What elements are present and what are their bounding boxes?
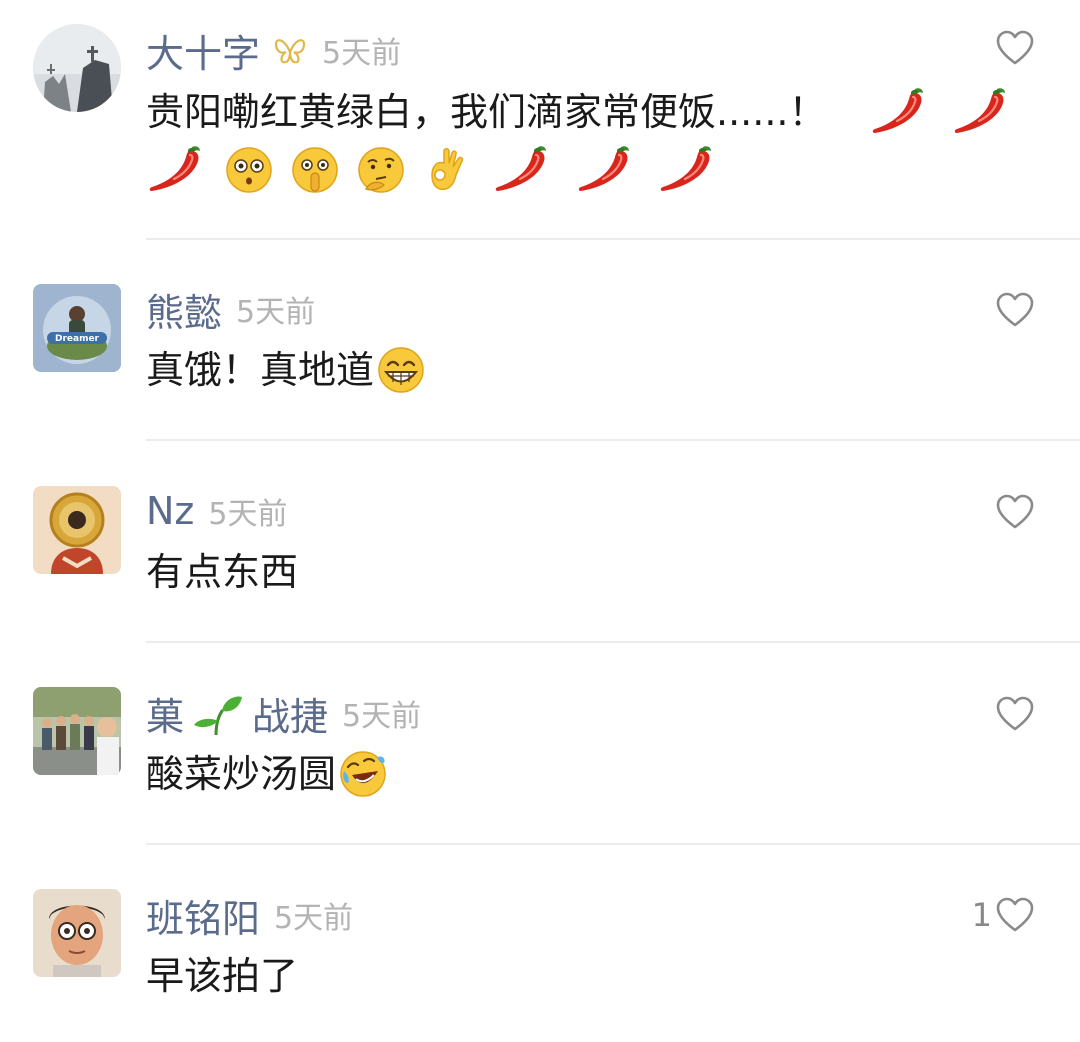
shushing-face-icon <box>292 147 338 193</box>
comment-text: 早该拍了 <box>146 946 298 1006</box>
divider <box>146 238 1080 240</box>
avatar-image <box>33 889 121 977</box>
avatar-image <box>33 687 121 775</box>
avatar[interactable] <box>33 889 121 977</box>
like-button[interactable] <box>996 696 1034 732</box>
avatar[interactable] <box>33 486 121 574</box>
avatar[interactable] <box>33 687 121 775</box>
avatar-image: Dreamer <box>33 284 121 372</box>
timestamp: 5天前 <box>236 295 316 330</box>
heart-outline-icon <box>996 696 1034 732</box>
like-button[interactable]: 1 <box>972 896 1034 934</box>
timestamp: 5天前 <box>208 497 288 532</box>
thinking-face-icon <box>358 147 405 193</box>
avatar[interactable]: Dreamer <box>33 284 121 372</box>
avatar-text: Dreamer <box>55 334 100 344</box>
chili-pepper-icon <box>951 83 1009 139</box>
heart-outline-icon <box>996 494 1034 530</box>
timestamp: 5天前 <box>322 36 402 71</box>
divider <box>146 641 1080 643</box>
chili-pepper-icon <box>869 83 927 139</box>
comment-text-body: 有点东西 <box>146 550 299 594</box>
heart-outline-icon <box>996 897 1034 933</box>
flushed-face-icon <box>226 147 272 193</box>
comment-text-body: 早该拍了 <box>146 954 299 998</box>
comment-text-body: 酸菜炒汤圆 <box>146 752 337 796</box>
comment-text: 贵阳嘞红黄绿白，我们滴家常便饭......！ <box>146 82 1015 142</box>
chili-pepper-icon <box>657 141 715 197</box>
username[interactable]: 大十字 <box>146 23 260 78</box>
comment-text: 酸菜炒汤圆 <box>146 744 390 804</box>
comment-text: 有点东西 <box>146 542 298 602</box>
grinning-face-icon <box>378 347 424 393</box>
seedling-icon <box>194 696 243 735</box>
ok-hand-icon <box>431 148 464 191</box>
username-part2[interactable]: 战捷 <box>252 686 328 741</box>
like-button[interactable] <box>996 494 1034 530</box>
comment-text: 真饿！真地道 <box>146 340 428 400</box>
username[interactable]: Nz <box>146 489 194 533</box>
username-part1[interactable]: 菓 <box>146 686 184 741</box>
like-count: 1 <box>971 896 992 934</box>
username[interactable]: 熊懿 <box>146 282 222 337</box>
divider <box>146 843 1080 845</box>
comment-emoji-line <box>146 140 721 200</box>
heart-outline-icon <box>996 30 1034 66</box>
timestamp: 5天前 <box>274 901 354 936</box>
divider <box>146 439 1080 441</box>
heart-outline-icon <box>996 292 1034 328</box>
comment-text-body: 贵阳嘞红黄绿白，我们滴家常便饭......！ <box>146 90 827 134</box>
timestamp: 5天前 <box>342 699 422 734</box>
like-button[interactable] <box>996 292 1034 328</box>
chili-pepper-icon <box>575 141 633 197</box>
avatar-image <box>33 486 121 574</box>
avatar[interactable] <box>33 24 121 112</box>
comment-text-body: 真饿！真地道 <box>146 348 375 392</box>
chili-pepper-icon <box>492 141 550 197</box>
avatar-image <box>33 24 121 112</box>
rolling-on-floor-laughing-icon <box>340 751 386 797</box>
username[interactable]: 班铭阳 <box>146 888 260 943</box>
butterfly-badge-icon <box>274 39 306 64</box>
like-button[interactable] <box>996 30 1034 66</box>
chili-pepper-icon <box>146 141 204 197</box>
